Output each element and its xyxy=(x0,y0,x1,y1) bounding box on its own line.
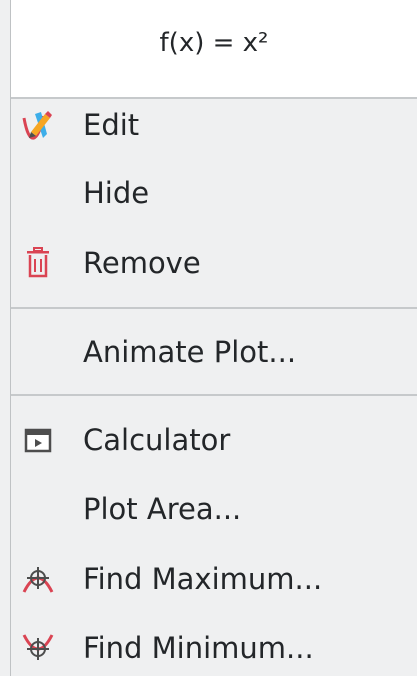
calculator-window-icon xyxy=(21,423,55,457)
menu-item-remove[interactable]: Remove xyxy=(11,233,417,295)
find-minimum-icon xyxy=(21,631,55,665)
edit-plot-icon xyxy=(21,108,55,142)
menu-item-calculator[interactable]: Calculator xyxy=(11,410,417,472)
menu-title: f(x) = x² xyxy=(159,28,269,58)
menu-item-hide[interactable]: Hide xyxy=(11,163,417,225)
menu-item-edit[interactable]: Edit xyxy=(11,95,417,157)
menu-item-find-maximum[interactable]: Find Maximum... xyxy=(11,549,417,611)
menu-item-edit-label: Edit xyxy=(83,108,140,142)
separator xyxy=(11,307,417,309)
menu-item-animate-plot-label: Animate Plot... xyxy=(83,335,297,369)
trash-icon xyxy=(21,246,55,280)
menu-item-find-maximum-label: Find Maximum... xyxy=(83,562,323,596)
menu-item-animate-plot[interactable]: Animate Plot... xyxy=(11,322,417,384)
separator xyxy=(11,394,417,396)
find-maximum-icon xyxy=(21,562,55,596)
menu-item-remove-label: Remove xyxy=(83,246,201,280)
menu-item-find-minimum[interactable]: Find Minimum... xyxy=(11,618,417,676)
menu-item-plot-area[interactable]: Plot Area... xyxy=(11,479,417,541)
menu-item-find-minimum-label: Find Minimum... xyxy=(83,631,314,665)
menu-item-calculator-label: Calculator xyxy=(83,423,231,457)
context-menu: f(x) = x² Edit Hide Remove Animate Plot.… xyxy=(0,0,417,676)
menu-item-hide-label: Hide xyxy=(83,176,150,210)
menu-item-plot-area-label: Plot Area... xyxy=(83,492,242,526)
